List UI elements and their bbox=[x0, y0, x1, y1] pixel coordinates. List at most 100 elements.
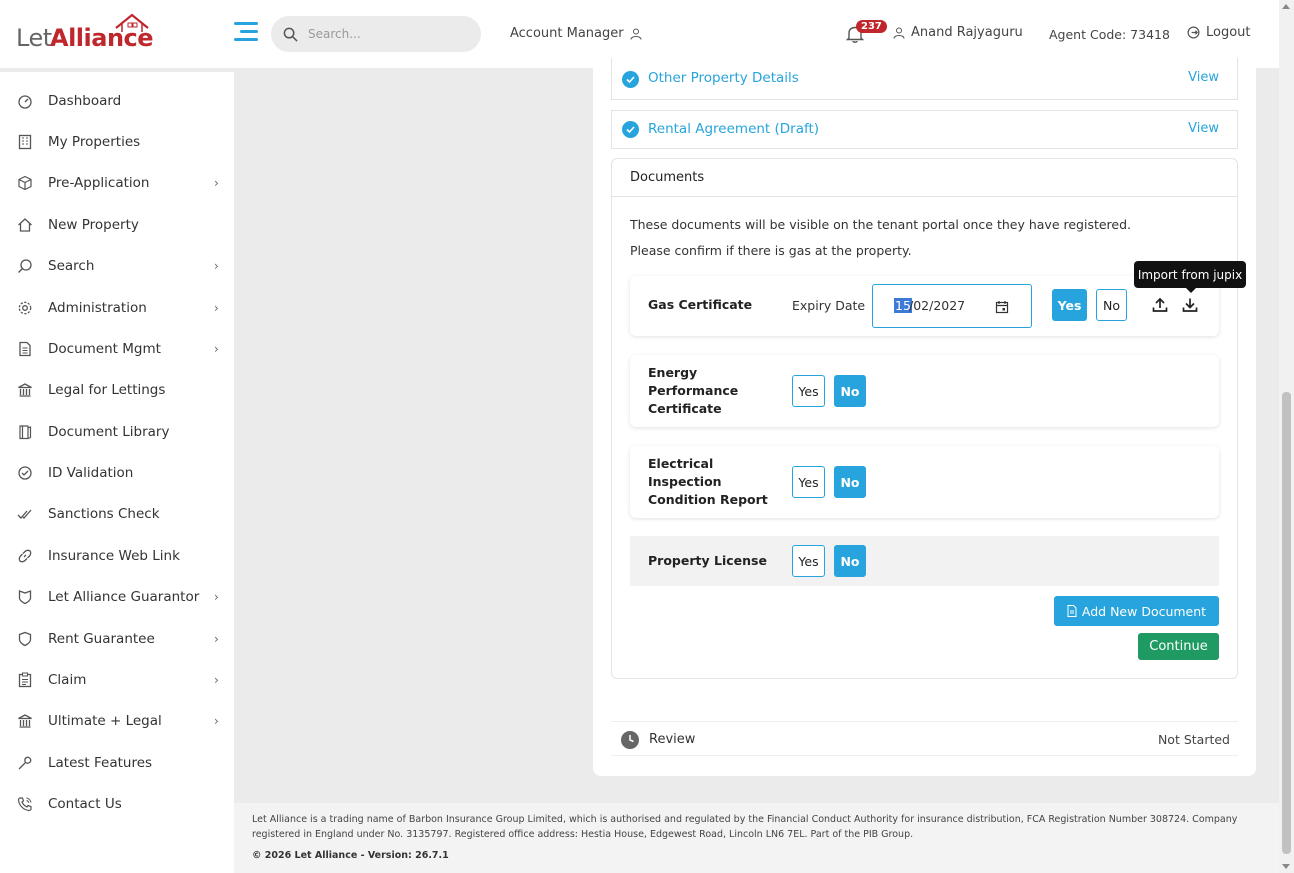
header-search[interactable] bbox=[271, 16, 481, 52]
let-alliance-logo[interactable]: Let Alliance bbox=[16, 12, 156, 56]
sidebar-item-label: Claim bbox=[48, 672, 87, 688]
completed-check-icon bbox=[622, 121, 639, 138]
eicr-yes-button[interactable]: Yes bbox=[792, 466, 825, 498]
account-manager-link[interactable]: Account Manager bbox=[510, 26, 642, 41]
sidebar-item-search[interactable]: Search › bbox=[0, 248, 234, 284]
sidebar-item-document-library[interactable]: Document Library bbox=[0, 414, 234, 450]
date-rest-segment: /02/2027 bbox=[909, 298, 966, 313]
page-scrollbar[interactable] bbox=[1279, 0, 1294, 873]
sidebar-item-label: Administration bbox=[48, 300, 147, 316]
continue-button[interactable]: Continue bbox=[1138, 633, 1219, 660]
sidebar-item-ultimate-legal[interactable]: Ultimate + Legal › bbox=[0, 703, 234, 739]
license-yes-button[interactable]: Yes bbox=[792, 545, 825, 577]
dashboard-icon bbox=[18, 95, 32, 109]
home-icon bbox=[18, 218, 32, 232]
document-name: Property License bbox=[648, 553, 767, 568]
documents-heading: Documents bbox=[630, 170, 705, 185]
scroll-down-arrow[interactable] bbox=[1282, 864, 1290, 869]
document-icon bbox=[19, 341, 31, 357]
epc-no-button[interactable]: No bbox=[834, 375, 866, 407]
sidebar-item-new-property[interactable]: New Property bbox=[0, 207, 234, 243]
document-name: Inspection bbox=[648, 474, 722, 489]
sidebar-item-label: My Properties bbox=[48, 134, 141, 150]
sidebar-item-label: ID Validation bbox=[48, 465, 134, 481]
chevron-right-icon: › bbox=[214, 673, 219, 687]
section-rental-agreement[interactable]: Rental Agreement (Draft) View bbox=[611, 110, 1238, 149]
wrench-icon bbox=[18, 756, 32, 770]
phone-icon bbox=[17, 797, 32, 812]
sidebar-item-administration[interactable]: Administration › bbox=[0, 290, 234, 326]
expiry-date-input[interactable]: 15 /02/2027 bbox=[872, 284, 1032, 328]
import-tooltip: Import from jupix bbox=[1134, 261, 1246, 293]
sidebar-item-id-validation[interactable]: ID Validation bbox=[0, 455, 234, 491]
document-name: Electrical bbox=[648, 456, 714, 471]
footer-version: © 2026 Let Alliance - Version: 26.7.1 bbox=[252, 850, 449, 861]
sidebar-item-latest-features[interactable]: Latest Features bbox=[0, 745, 234, 781]
license-no-button[interactable]: No bbox=[834, 545, 866, 577]
gas-yes-button[interactable]: Yes bbox=[1052, 289, 1087, 321]
sidebar-item-dashboard[interactable]: Dashboard bbox=[0, 83, 234, 119]
upload-icon[interactable] bbox=[1151, 296, 1169, 314]
sidebar-item-rent-guarantee[interactable]: Rent Guarantee › bbox=[0, 621, 234, 657]
scrollbar-thumb[interactable] bbox=[1282, 392, 1291, 854]
gear-icon bbox=[18, 301, 32, 315]
sidebar-item-document-mgmt[interactable]: Document Mgmt › bbox=[0, 331, 234, 367]
sidebar-item-label: Legal for Lettings bbox=[48, 382, 166, 398]
sidebar-item-insurance-web-link[interactable]: Insurance Web Link bbox=[0, 538, 234, 574]
menu-toggle-button[interactable] bbox=[234, 22, 258, 44]
logo-text-let: Let bbox=[16, 24, 52, 52]
chevron-right-icon: › bbox=[214, 176, 219, 190]
chevron-right-icon: › bbox=[214, 714, 219, 728]
epc-yes-button[interactable]: Yes bbox=[792, 375, 825, 407]
clipboard-icon bbox=[18, 672, 32, 688]
menu-bar bbox=[234, 22, 258, 25]
check-circle-icon bbox=[18, 466, 32, 480]
calendar-icon[interactable] bbox=[995, 300, 1009, 314]
section-title: Rental Agreement (Draft) bbox=[648, 121, 820, 137]
chevron-right-icon: › bbox=[214, 301, 219, 315]
documents-header: Documents bbox=[612, 159, 1237, 197]
document-name: Energy bbox=[648, 365, 698, 380]
download-icon[interactable] bbox=[1181, 296, 1199, 314]
link-icon bbox=[18, 549, 32, 563]
sidebar-item-pre-application[interactable]: Pre-Application › bbox=[0, 165, 234, 201]
eicr-row: Electrical Inspection Condition Report Y… bbox=[630, 446, 1219, 518]
eicr-no-button[interactable]: No bbox=[834, 466, 866, 498]
sidebar-item-legal-for-lettings[interactable]: Legal for Lettings bbox=[0, 372, 234, 408]
section-review[interactable]: Review Not Started bbox=[611, 721, 1238, 756]
sidebar-item-label: Search bbox=[48, 258, 95, 274]
document-name: Performance bbox=[648, 383, 739, 398]
book-icon bbox=[19, 425, 32, 440]
gas-no-button[interactable]: No bbox=[1096, 289, 1127, 321]
user-profile[interactable]: Anand Rajyaguru bbox=[893, 25, 1023, 40]
documents-info-text: These documents will be visible on the t… bbox=[630, 217, 1132, 232]
user-name: Anand Rajyaguru bbox=[911, 25, 1023, 40]
section-title: Other Property Details bbox=[648, 70, 799, 86]
document-name: Gas Certificate bbox=[648, 297, 753, 312]
sidebar-item-contact-us[interactable]: Contact Us bbox=[0, 786, 234, 822]
section-other-property-details[interactable]: Other Property Details View bbox=[611, 58, 1238, 100]
expiry-date-label: Expiry Date bbox=[792, 298, 866, 313]
sidebar-item-label: Contact Us bbox=[48, 796, 122, 812]
file-icon bbox=[1067, 605, 1077, 617]
add-new-document-button[interactable]: Add New Document bbox=[1054, 596, 1219, 626]
search-input[interactable] bbox=[308, 27, 468, 41]
logout-button[interactable]: Logout bbox=[1187, 25, 1251, 40]
completed-check-icon bbox=[622, 71, 639, 88]
property-license-row: Property License Yes No bbox=[630, 536, 1219, 586]
sidebar-item-label: Let Alliance Guarantor bbox=[48, 589, 200, 605]
sidebar-item-label: Document Mgmt bbox=[48, 341, 161, 357]
scroll-up-arrow[interactable] bbox=[1282, 4, 1290, 9]
sidebar-item-let-alliance-guarantor[interactable]: Let Alliance Guarantor › bbox=[0, 579, 234, 615]
chevron-right-icon: › bbox=[214, 342, 219, 356]
account-manager-label: Account Manager bbox=[510, 26, 624, 41]
view-other-property-link[interactable]: View bbox=[1188, 70, 1219, 85]
review-title: Review bbox=[649, 732, 696, 747]
logout-label: Logout bbox=[1206, 25, 1251, 40]
box-icon bbox=[18, 175, 32, 191]
sidebar-item-claim[interactable]: Claim › bbox=[0, 662, 234, 698]
sidebar-item-sanctions-check[interactable]: Sanctions Check bbox=[0, 496, 234, 532]
view-rental-agreement-link[interactable]: View bbox=[1188, 121, 1219, 136]
sidebar-item-label: Document Library bbox=[48, 424, 170, 440]
sidebar-item-my-properties[interactable]: My Properties bbox=[0, 124, 234, 160]
